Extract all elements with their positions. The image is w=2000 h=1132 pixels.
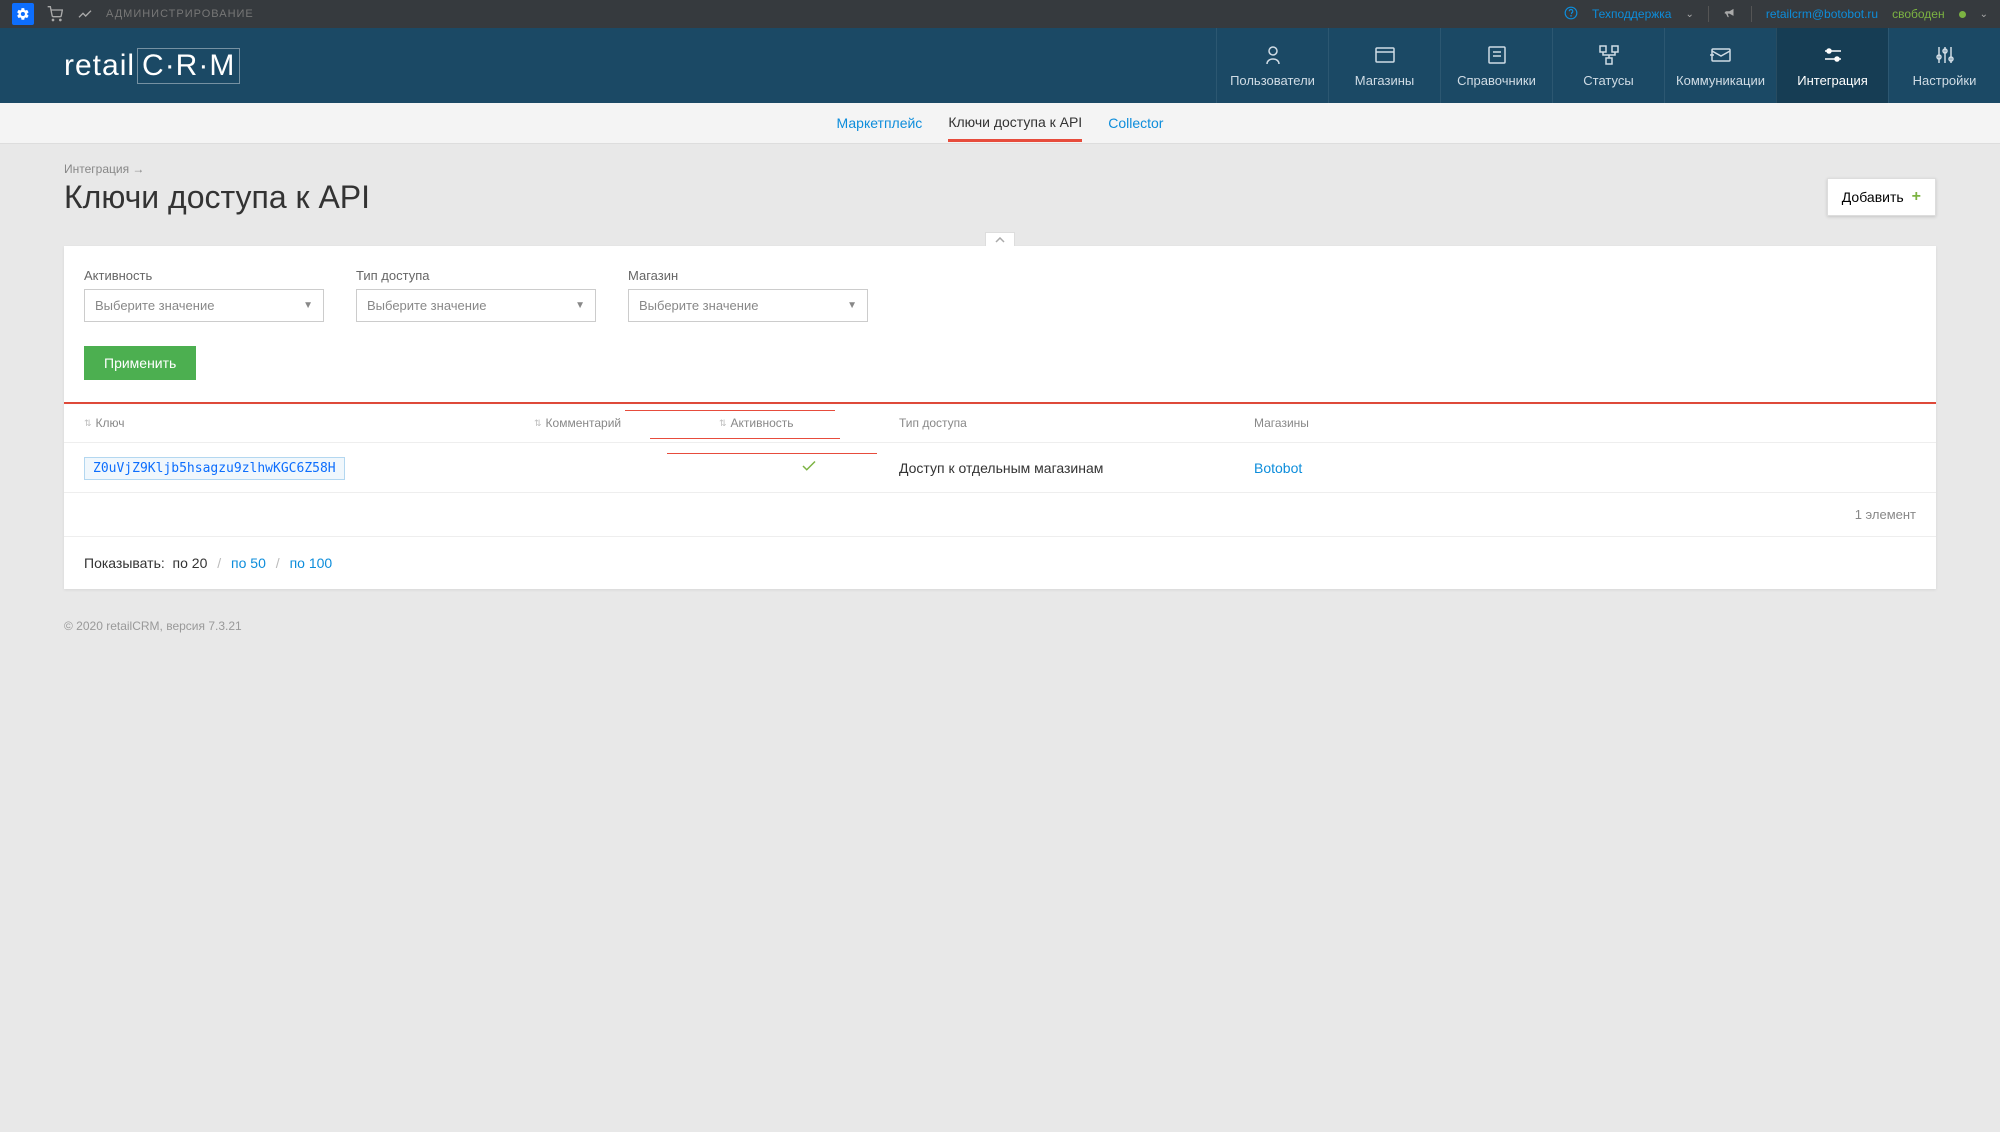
cell-access: Доступ к отдельным магазинам — [899, 460, 1254, 476]
logo[interactable]: retailC·R·M — [64, 48, 240, 84]
user-status: свободен — [1892, 7, 1945, 21]
th-access[interactable]: Тип доступа — [899, 416, 967, 430]
caret-down-icon: ▼ — [575, 300, 585, 311]
status-dot-icon — [1959, 11, 1966, 18]
nav-references[interactable]: Справочники — [1440, 28, 1552, 103]
nav-label: Пользователи — [1230, 73, 1315, 88]
filter-activity-select[interactable]: Выберите значение ▼ — [84, 289, 324, 322]
nav-label: Настройки — [1913, 73, 1977, 88]
cart-icon[interactable] — [46, 5, 64, 23]
nav-label: Справочники — [1457, 73, 1536, 88]
select-placeholder: Выберите значение — [639, 298, 758, 313]
megaphone-icon[interactable] — [1723, 6, 1737, 23]
chart-icon[interactable] — [76, 5, 94, 23]
nav-settings[interactable]: Настройки — [1888, 28, 2000, 103]
filters-panel: Активность Выберите значение ▼ Тип досту… — [64, 246, 1936, 402]
pagination: Показывать: по 20 / по 50 / по 100 — [64, 537, 1936, 589]
plus-icon: + — [1912, 188, 1921, 206]
subtabs: Маркетплейс Ключи доступа к API Collecto… — [0, 103, 2000, 144]
filter-store-select[interactable]: Выберите значение ▼ — [628, 289, 868, 322]
store-icon — [1373, 43, 1397, 67]
nav-stores[interactable]: Магазины — [1328, 28, 1440, 103]
annotation-line — [650, 438, 840, 439]
chevron-down-icon[interactable]: ⌄ — [1980, 9, 1988, 20]
apply-button[interactable]: Применить — [84, 346, 196, 380]
nav-label: Коммуникации — [1676, 73, 1765, 88]
nav-label: Магазины — [1355, 73, 1415, 88]
sliders-icon — [1821, 43, 1845, 67]
th-active[interactable]: Активность — [731, 416, 794, 430]
table-row[interactable]: Z0uVjZ9Kljb5hsagzu9zlhwKGC6Z58H Доступ к… — [64, 443, 1936, 493]
store-link[interactable]: Botobot — [1254, 460, 1302, 476]
page-size-20[interactable]: по 20 — [173, 555, 208, 571]
api-key-value[interactable]: Z0uVjZ9Kljb5hsagzu9zlhwKGC6Z58H — [84, 457, 345, 480]
filter-access-type-label: Тип доступа — [356, 268, 596, 283]
table-count: 1 элемент — [64, 493, 1936, 537]
page-size-100[interactable]: по 100 — [290, 555, 333, 571]
annotation-line — [667, 453, 877, 454]
filter-activity-label: Активность — [84, 268, 324, 283]
caret-down-icon: ▼ — [303, 300, 313, 311]
mail-icon — [1709, 43, 1733, 67]
select-placeholder: Выберите значение — [367, 298, 486, 313]
subtab-marketplace[interactable]: Маркетплейс — [837, 105, 923, 141]
sort-icon[interactable]: ⇅ — [719, 418, 727, 429]
filter-store-label: Магазин — [628, 268, 868, 283]
check-icon — [800, 462, 818, 478]
footer-copyright: © 2020 retailCRM, версия 7.3.21 — [0, 589, 2000, 663]
support-link[interactable]: Техподдержка — [1592, 7, 1672, 21]
page-size-50[interactable]: по 50 — [231, 555, 266, 571]
annotation-line — [625, 410, 835, 411]
nav-integration[interactable]: Интеграция — [1776, 28, 1888, 103]
caret-down-icon: ▼ — [847, 300, 857, 311]
table: ⇅ Ключ ⇅ Комментарий ⇅ Активность Тип досту… — [64, 402, 1936, 589]
select-placeholder: Выберите значение — [95, 298, 214, 313]
user-icon — [1261, 43, 1285, 67]
main-header: retailC·R·M Пользователи Магазины Справо… — [0, 28, 2000, 103]
nav-statuses[interactable]: Статусы — [1552, 28, 1664, 103]
add-button[interactable]: Добавить + — [1827, 178, 1936, 216]
user-email[interactable]: retailcrm@botobot.ru — [1766, 7, 1878, 21]
topbar: АДМИНИСТРИРОВАНИЕ Техподдержка ⌄ retailc… — [0, 0, 2000, 28]
page-title: Ключи доступа к API — [64, 179, 370, 216]
th-stores[interactable]: Магазины — [1254, 416, 1309, 430]
subtab-collector[interactable]: Collector — [1108, 105, 1163, 141]
chevron-down-icon[interactable]: ⌄ — [1685, 9, 1693, 20]
settings-icon — [1933, 43, 1957, 67]
th-comment[interactable]: Комментарий — [546, 416, 622, 430]
nav-label: Интеграция — [1797, 73, 1868, 88]
collapse-toggle[interactable] — [985, 232, 1015, 246]
nav-label: Статусы — [1583, 73, 1633, 88]
add-button-label: Добавить — [1842, 189, 1904, 205]
sort-icon[interactable]: ⇅ — [534, 418, 542, 429]
nav-users[interactable]: Пользователи — [1216, 28, 1328, 103]
nav-communications[interactable]: Коммуникации — [1664, 28, 1776, 103]
list-icon — [1485, 43, 1509, 67]
admin-label: АДМИНИСТРИРОВАНИЕ — [106, 8, 254, 20]
breadcrumb[interactable]: Интеграция → — [64, 162, 1936, 176]
sort-icon[interactable]: ⇅ — [84, 418, 92, 429]
help-icon[interactable] — [1564, 6, 1578, 23]
pagination-label: Показывать: — [84, 555, 165, 571]
th-key[interactable]: Ключ — [96, 416, 125, 430]
flow-icon — [1597, 43, 1621, 67]
subtab-api-keys[interactable]: Ключи доступа к API — [948, 104, 1082, 142]
filter-access-type-select[interactable]: Выберите значение ▼ — [356, 289, 596, 322]
gear-icon[interactable] — [12, 3, 34, 25]
